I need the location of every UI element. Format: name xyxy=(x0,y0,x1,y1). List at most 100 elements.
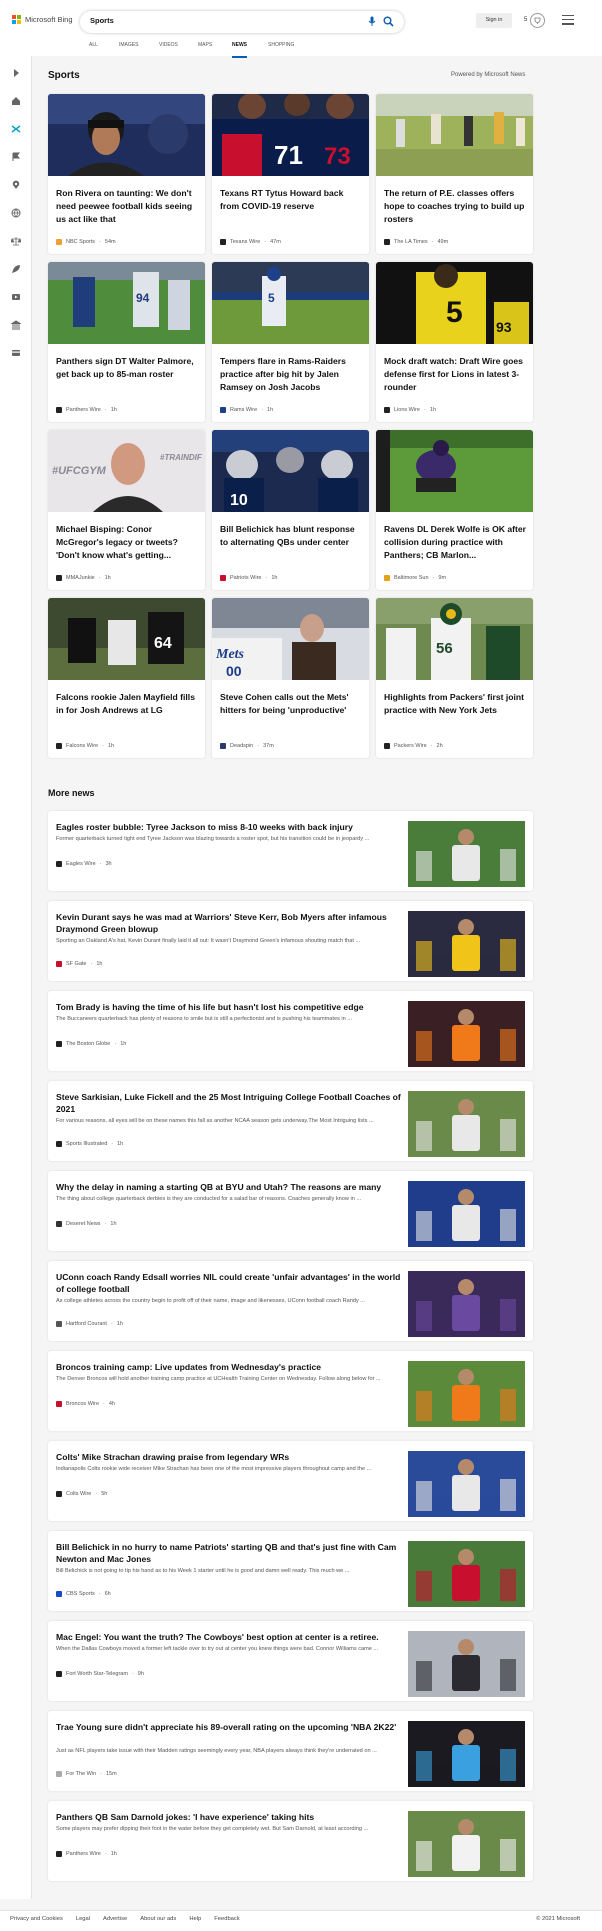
news-list-item[interactable]: Colts' Mike Strachan drawing praise from… xyxy=(48,1441,533,1521)
card-image[interactable]: 56 xyxy=(376,598,533,680)
card-image[interactable]: 10 xyxy=(212,430,369,512)
footer-link-legal[interactable]: Legal xyxy=(76,1916,90,1922)
powered-by-text[interactable]: Powered by Microsoft News xyxy=(451,72,525,78)
news-title[interactable]: Kevin Durant says he was mad at Warriors… xyxy=(56,911,401,935)
footer-link-help[interactable]: Help xyxy=(189,1916,201,1922)
news-title[interactable]: Trae Young sure didn't appreciate his 89… xyxy=(56,1721,401,1733)
tab-maps[interactable]: MAPS xyxy=(198,42,212,58)
flag-icon[interactable] xyxy=(11,152,21,162)
card-image[interactable]: 5 93 xyxy=(376,262,533,344)
news-thumbnail[interactable] xyxy=(408,1091,525,1157)
news-card[interactable]: 94 Panthers sign DT Walter Palmore, get … xyxy=(48,262,205,422)
news-title[interactable]: Broncos training camp: Live updates from… xyxy=(56,1361,401,1373)
news-thumbnail[interactable] xyxy=(408,821,525,887)
news-title[interactable]: Eagles roster bubble: Tyree Jackson to m… xyxy=(56,821,401,833)
card-title[interactable]: Michael Bisping: Conor McGregor's legacy… xyxy=(56,523,198,562)
card-title[interactable]: Tempers flare in Rams-Raiders practice a… xyxy=(220,355,362,394)
card-image[interactable]: Mets 00 xyxy=(212,598,369,680)
search-box[interactable]: Sports xyxy=(80,11,404,33)
globe-icon[interactable] xyxy=(11,208,21,218)
news-card[interactable]: Mets 00 Steve Cohen calls out the Mets' h… xyxy=(212,598,369,758)
expand-icon[interactable] xyxy=(11,68,21,78)
home-icon[interactable] xyxy=(11,96,21,106)
bing-logo[interactable]: Microsoft Bing xyxy=(12,15,73,24)
news-title[interactable]: Tom Brady is having the time of his life… xyxy=(56,1001,401,1013)
card-title[interactable]: Highlights from Packers' first joint pra… xyxy=(384,691,526,717)
card-image[interactable] xyxy=(376,94,533,176)
news-thumbnail[interactable] xyxy=(408,911,525,977)
news-list-item[interactable]: Trae Young sure didn't appreciate his 89… xyxy=(48,1711,533,1791)
news-card[interactable]: 5 93 Mock draft watch: Draft Wire goes de… xyxy=(376,262,533,422)
footer-link-privacy[interactable]: Privacy and Cookies xyxy=(10,1916,63,1922)
card-title[interactable]: The return of P.E. classes offers hope t… xyxy=(384,187,526,226)
card-title[interactable]: Steve Cohen calls out the Mets' hitters … xyxy=(220,691,362,717)
card-image[interactable]: 71 73 xyxy=(212,94,369,176)
card-title[interactable]: Falcons rookie Jalen Mayfield fills in f… xyxy=(56,691,198,717)
news-card[interactable]: Ravens DL Derek Wolfe is OK after collis… xyxy=(376,430,533,590)
news-list-item[interactable]: Tom Brady is having the time of his life… xyxy=(48,991,533,1071)
location-icon[interactable] xyxy=(11,180,21,190)
news-list-item[interactable]: Kevin Durant says he was mad at Warriors… xyxy=(48,901,533,981)
news-thumbnail[interactable] xyxy=(408,1721,525,1787)
news-list-item[interactable]: UConn coach Randy Edsall worries NIL cou… xyxy=(48,1261,533,1341)
search-input[interactable]: Sports xyxy=(90,16,114,25)
rocket-icon[interactable] xyxy=(11,264,21,274)
tab-videos[interactable]: VIDEOS xyxy=(159,42,178,58)
news-title[interactable]: Panthers QB Sam Darnold jokes: 'I have e… xyxy=(56,1811,401,1823)
card-image[interactable] xyxy=(48,94,205,176)
news-card[interactable]: 56 Highlights from Packers' first joint … xyxy=(376,598,533,758)
news-title[interactable]: Why the delay in naming a starting QB at… xyxy=(56,1181,401,1193)
news-thumbnail[interactable] xyxy=(408,1181,525,1247)
news-card[interactable]: 5 Tempers flare in Rams-Raiders practice… xyxy=(212,262,369,422)
news-list-item[interactable]: Steve Sarkisian, Luke Fickell and the 25… xyxy=(48,1081,533,1161)
news-list-item[interactable]: Panthers QB Sam Darnold jokes: 'I have e… xyxy=(48,1801,533,1881)
card-image[interactable]: 94 xyxy=(48,262,205,344)
news-card[interactable]: 64 Falcons rookie Jalen Mayfield fills i… xyxy=(48,598,205,758)
news-thumbnail[interactable] xyxy=(408,1811,525,1877)
video-icon[interactable] xyxy=(11,292,21,302)
news-card[interactable]: 71 73 Texans RT Tytus Howard back from CO… xyxy=(212,94,369,254)
microphone-icon[interactable] xyxy=(368,16,376,27)
news-card[interactable]: 10 Bill Belichick has blunt response to … xyxy=(212,430,369,590)
tab-shopping[interactable]: SHOPPING xyxy=(268,42,294,58)
tab-all[interactable]: ALL xyxy=(89,42,98,58)
card-title[interactable]: Mock draft watch: Draft Wire goes defens… xyxy=(384,355,526,394)
news-card[interactable]: The return of P.E. classes offers hope t… xyxy=(376,94,533,254)
footer-link-about-ads[interactable]: About our ads xyxy=(140,1916,176,1922)
card-image[interactable]: #UFCGYM #TRAINDIF xyxy=(48,430,205,512)
news-thumbnail[interactable] xyxy=(408,1631,525,1697)
sign-in-button[interactable]: Sign in xyxy=(476,13,512,28)
news-list-item[interactable]: Bill Belichick in no hurry to name Patri… xyxy=(48,1531,533,1611)
news-thumbnail[interactable] xyxy=(408,1001,525,1067)
card-image[interactable]: 64 xyxy=(48,598,205,680)
tab-news[interactable]: NEWS xyxy=(232,42,247,58)
card-title[interactable]: Panthers sign DT Walter Palmore, get bac… xyxy=(56,355,198,381)
rewards-icon[interactable] xyxy=(530,13,545,28)
news-list-item[interactable]: Mac Engel: You want the truth? The Cowbo… xyxy=(48,1621,533,1701)
news-thumbnail[interactable] xyxy=(408,1271,525,1337)
hamburger-menu-icon[interactable] xyxy=(562,15,574,25)
card-title[interactable]: Bill Belichick has blunt response to alt… xyxy=(220,523,362,549)
news-list-item[interactable]: Why the delay in naming a starting QB at… xyxy=(48,1171,533,1251)
search-icon[interactable] xyxy=(383,16,394,27)
bank-icon[interactable] xyxy=(11,320,21,330)
scale-icon[interactable] xyxy=(11,236,21,246)
news-thumbnail[interactable] xyxy=(408,1541,525,1607)
card-image[interactable] xyxy=(376,430,533,512)
card-title[interactable]: Ravens DL Derek Wolfe is OK after collis… xyxy=(384,523,526,562)
footer-link-advertise[interactable]: Advertise xyxy=(103,1916,127,1922)
news-title[interactable]: Mac Engel: You want the truth? The Cowbo… xyxy=(56,1631,401,1643)
news-title[interactable]: Steve Sarkisian, Luke Fickell and the 25… xyxy=(56,1091,401,1115)
news-title[interactable]: Bill Belichick in no hurry to name Patri… xyxy=(56,1541,401,1565)
news-thumbnail[interactable] xyxy=(408,1361,525,1427)
shuffle-icon[interactable] xyxy=(11,124,21,134)
card-title[interactable]: Texans RT Tytus Howard back from COVID-1… xyxy=(220,187,362,213)
news-card[interactable]: Ron Rivera on taunting: We don't need pe… xyxy=(48,94,205,254)
card-icon[interactable] xyxy=(11,348,21,358)
card-image[interactable]: 5 xyxy=(212,262,369,344)
footer-link-feedback[interactable]: Feedback xyxy=(214,1916,239,1922)
tab-images[interactable]: IMAGES xyxy=(119,42,138,58)
news-title[interactable]: UConn coach Randy Edsall worries NIL cou… xyxy=(56,1271,401,1295)
news-title[interactable]: Colts' Mike Strachan drawing praise from… xyxy=(56,1451,401,1463)
news-list-item[interactable]: Broncos training camp: Live updates from… xyxy=(48,1351,533,1431)
